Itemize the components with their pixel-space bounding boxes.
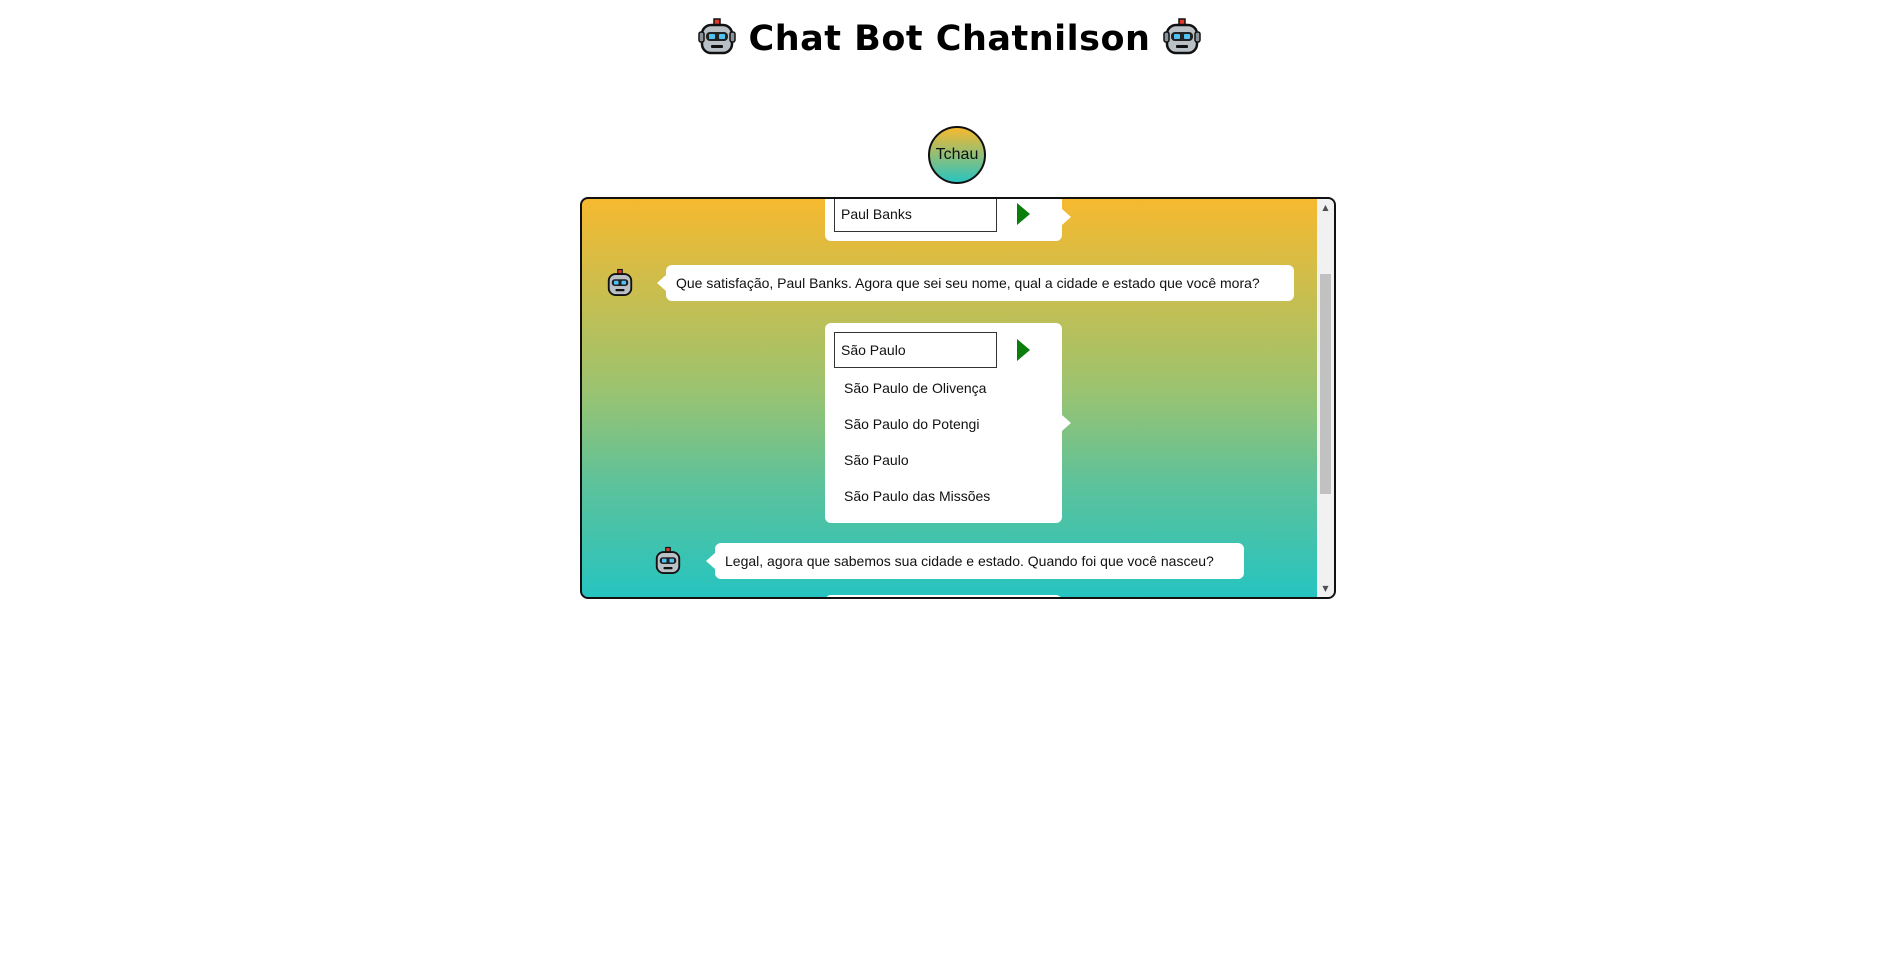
name-input[interactable] [834,199,997,232]
chat-window[interactable]: Que satisfação, Paul Banks. Agora que se… [580,197,1336,599]
chat-scrollbar[interactable]: ▲ ▼ [1317,199,1334,597]
bot-message-text: Legal, agora que sabemos sua cidade e es… [725,553,1214,569]
bye-button[interactable]: Tchau [928,126,986,184]
city-suggestion[interactable]: São Paulo [844,452,909,468]
city-suggestion[interactable]: São Paulo do Potengi [844,416,979,432]
bot-message: Legal, agora que sabemos sua cidade e es… [706,543,1244,579]
user-name-bubble [825,199,1071,241]
robot-icon [697,17,737,61]
city-suggestion[interactable]: São Paulo de Olivença [844,380,986,396]
robot-icon [1162,17,1202,61]
bot-message: Que satisfação, Paul Banks. Agora que se… [657,265,1294,301]
bot-message-text: Que satisfação, Paul Banks. Agora que se… [676,275,1260,291]
robot-icon [655,546,681,574]
bot-avatar [653,546,683,576]
next-bubble-edge [825,595,1062,597]
robot-icon [607,268,633,296]
scroll-thumb[interactable] [1320,274,1331,494]
city-input[interactable] [834,332,997,368]
scroll-down-icon[interactable]: ▼ [1317,580,1334,597]
bot-avatar [605,268,635,298]
city-suggestion[interactable]: São Paulo das Missões [844,488,990,504]
send-arrow-icon[interactable] [1017,203,1030,225]
page-title: Chat Bot Chatnilson [748,19,1151,59]
scroll-up-icon[interactable]: ▲ [1317,199,1334,216]
page-header: Chat Bot Chatnilson [0,14,1899,64]
user-city-bubble: São Paulo de Olivença São Paulo do Poten… [825,323,1071,523]
send-arrow-icon[interactable] [1017,339,1030,361]
